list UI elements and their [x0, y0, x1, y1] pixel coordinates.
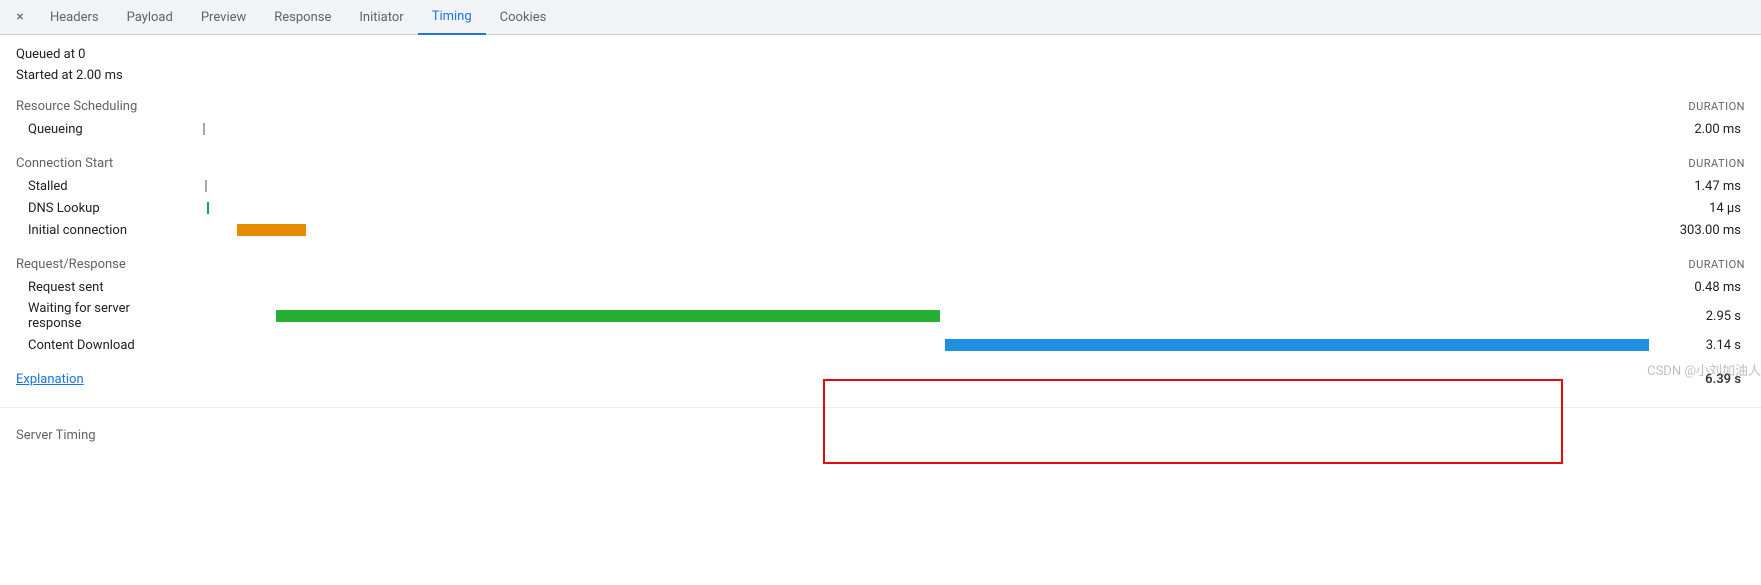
row-label: Stalled	[16, 179, 186, 194]
explanation-link[interactable]: Explanation	[16, 372, 84, 387]
bar-queueing	[203, 123, 205, 135]
bar-waiting	[276, 310, 940, 322]
tab-headers[interactable]: Headers	[36, 0, 113, 35]
row-duration: 14 µs	[1645, 201, 1745, 216]
row-duration: 2.00 ms	[1645, 122, 1745, 137]
bar-area	[186, 337, 1645, 353]
section-resource-scheduling: Resource Scheduling DURATION	[16, 99, 1745, 114]
timing-row-request-sent: Request sent 0.48 ms	[16, 276, 1745, 298]
tab-payload[interactable]: Payload	[113, 0, 187, 35]
bar-area	[186, 121, 1645, 137]
tab-timing[interactable]: Timing	[418, 0, 486, 35]
row-duration: 2.95 s	[1645, 309, 1745, 324]
section-title: Request/Response	[16, 257, 126, 272]
annotation-highlight-box	[823, 379, 1563, 464]
bar-initial-connection	[237, 224, 306, 236]
server-timing-title: Server Timing	[16, 428, 96, 443]
row-label: Queueing	[16, 122, 186, 137]
timing-row-dns-lookup: DNS Lookup 14 µs	[16, 197, 1745, 219]
bar-dns	[207, 202, 209, 214]
started-at-text: Started at 2.00 ms	[16, 68, 1745, 83]
section-title: Connection Start	[16, 156, 113, 171]
tab-response[interactable]: Response	[260, 0, 345, 35]
row-label: Request sent	[16, 280, 186, 295]
bar-area	[186, 200, 1645, 216]
duration-header: DURATION	[1688, 100, 1745, 113]
bar-area	[186, 178, 1645, 194]
timing-row-queueing: Queueing 2.00 ms	[16, 118, 1745, 140]
bar-area	[186, 279, 1645, 295]
tab-initiator[interactable]: Initiator	[345, 0, 417, 35]
timing-row-stalled: Stalled 1.47 ms	[16, 175, 1745, 197]
tab-preview[interactable]: Preview	[187, 0, 260, 35]
tab-bar: × Headers Payload Preview Response Initi…	[0, 0, 1761, 35]
bar-stalled	[205, 180, 207, 192]
duration-header: DURATION	[1688, 157, 1745, 170]
timing-row-initial-connection: Initial connection 303.00 ms	[16, 219, 1745, 241]
bar-content-download	[945, 339, 1650, 351]
row-duration: 3.14 s	[1645, 338, 1745, 353]
row-duration: 1.47 ms	[1645, 179, 1745, 194]
row-duration: 303.00 ms	[1645, 223, 1745, 238]
section-connection-start: Connection Start DURATION	[16, 156, 1745, 171]
bar-area	[186, 222, 1645, 238]
section-request-response: Request/Response DURATION	[16, 257, 1745, 272]
row-label: DNS Lookup	[16, 201, 186, 216]
row-label: Initial connection	[16, 223, 186, 238]
close-icon[interactable]: ×	[8, 5, 32, 29]
tab-cookies[interactable]: Cookies	[486, 0, 561, 35]
duration-header: DURATION	[1688, 258, 1745, 271]
bar-area	[186, 308, 1645, 324]
total-time: 6.39 s	[1705, 372, 1745, 387]
section-title: Resource Scheduling	[16, 99, 137, 114]
row-label: Waiting for server response	[16, 301, 186, 331]
timing-row-waiting: Waiting for server response 2.95 s	[16, 298, 1745, 334]
row-label: Content Download	[16, 338, 186, 353]
queued-at-text: Queued at 0	[16, 47, 1745, 62]
row-duration: 0.48 ms	[1645, 280, 1745, 295]
timing-row-content-download: Content Download 3.14 s	[16, 334, 1745, 356]
timing-content: Queued at 0 Started at 2.00 ms Resource …	[0, 35, 1761, 397]
